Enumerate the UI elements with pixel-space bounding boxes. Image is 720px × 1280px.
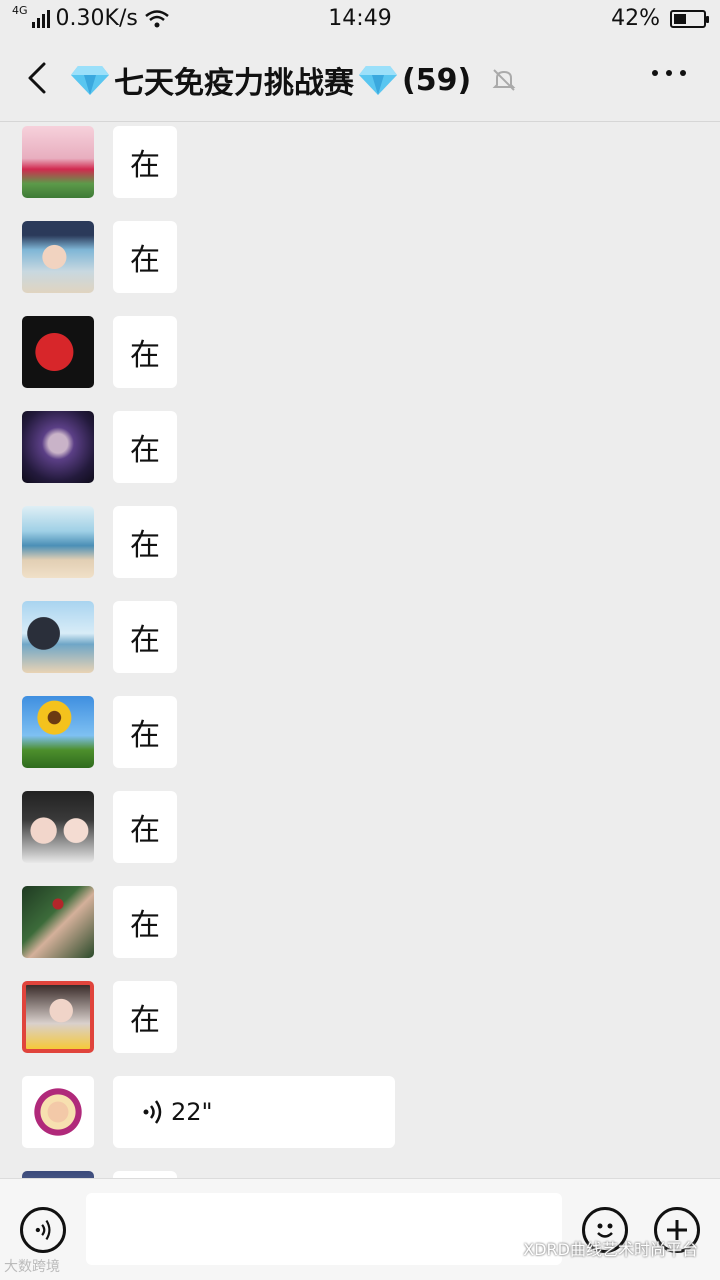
chat-header: 七天免疫力挑战赛 (59) [0, 38, 720, 122]
message-row: 在 [0, 978, 720, 1073]
input-bar: 大数跨境 XDRD曲线艺术时尚平台 [0, 1178, 720, 1280]
avatar[interactable] [22, 316, 94, 388]
message-row: 在 [0, 313, 720, 408]
message-input[interactable] [86, 1193, 562, 1265]
message-bubble[interactable]: 在 [113, 981, 177, 1053]
message-bubble[interactable]: 在 [113, 791, 177, 863]
message-list[interactable]: 在 在 在 在 在 在 在 在 在 在 22" [0, 123, 720, 1178]
message-row: 在 [0, 598, 720, 693]
message-bubble[interactable]: 在 [113, 696, 177, 768]
voice-icon [143, 1100, 162, 1124]
more-icon [652, 70, 658, 76]
watermark-left: 大数跨境 [4, 1259, 60, 1275]
message-bubble[interactable]: 在 [113, 316, 177, 388]
avatar[interactable] [22, 221, 94, 293]
status-right: 42% [611, 6, 709, 31]
more-icon [680, 70, 686, 76]
message-bubble[interactable]: 在 [113, 886, 177, 958]
voice-input-button[interactable] [20, 1207, 66, 1253]
avatar[interactable] [22, 1171, 94, 1178]
avatar[interactable] [22, 696, 94, 768]
more-icon [666, 70, 672, 76]
watermark-right: XDRD曲线艺术时尚平台 [523, 1240, 698, 1259]
message-row: 在 [0, 883, 720, 978]
voice-message-bubble[interactable]: 22" [113, 1076, 395, 1148]
avatar[interactable] [22, 886, 94, 958]
avatar[interactable] [22, 506, 94, 578]
back-icon [28, 62, 46, 94]
avatar[interactable] [22, 1076, 94, 1148]
message-row: 在 [0, 788, 720, 883]
status-bar: 4G 0.30K/s 14:49 42% [0, 0, 720, 38]
message-row [0, 1168, 720, 1178]
message-row: 在 [0, 408, 720, 503]
message-row: 在 [0, 218, 720, 313]
voice-icon [35, 1219, 51, 1241]
diamond-icon [359, 66, 397, 95]
muted-bell-icon [492, 69, 516, 91]
avatar[interactable] [22, 601, 94, 673]
message-bubble[interactable] [113, 1171, 177, 1178]
back-button[interactable] [22, 58, 50, 98]
more-button[interactable] [652, 70, 686, 76]
battery-fill [674, 13, 686, 24]
battery-percent: 42% [611, 6, 660, 31]
message-bubble[interactable]: 在 [113, 411, 177, 483]
avatar[interactable] [22, 126, 94, 198]
message-row: 在 [0, 503, 720, 598]
battery-icon [670, 9, 709, 28]
message-row: 22" [0, 1073, 720, 1168]
avatar[interactable] [22, 791, 94, 863]
avatar[interactable] [22, 981, 94, 1053]
diamond-icon [71, 66, 109, 95]
message-bubble[interactable]: 在 [113, 126, 177, 198]
voice-duration: 22" [171, 1098, 213, 1126]
message-bubble[interactable]: 在 [113, 506, 177, 578]
message-bubble[interactable]: 在 [113, 601, 177, 673]
avatar[interactable] [22, 411, 94, 483]
message-row: 在 [0, 123, 720, 218]
member-count: (59) [402, 62, 472, 98]
chat-title[interactable]: 七天免疫力挑战赛 (59) [70, 58, 517, 102]
message-row: 在 [0, 693, 720, 788]
message-bubble[interactable]: 在 [113, 221, 177, 293]
group-name: 七天免疫力挑战赛 [114, 66, 354, 101]
